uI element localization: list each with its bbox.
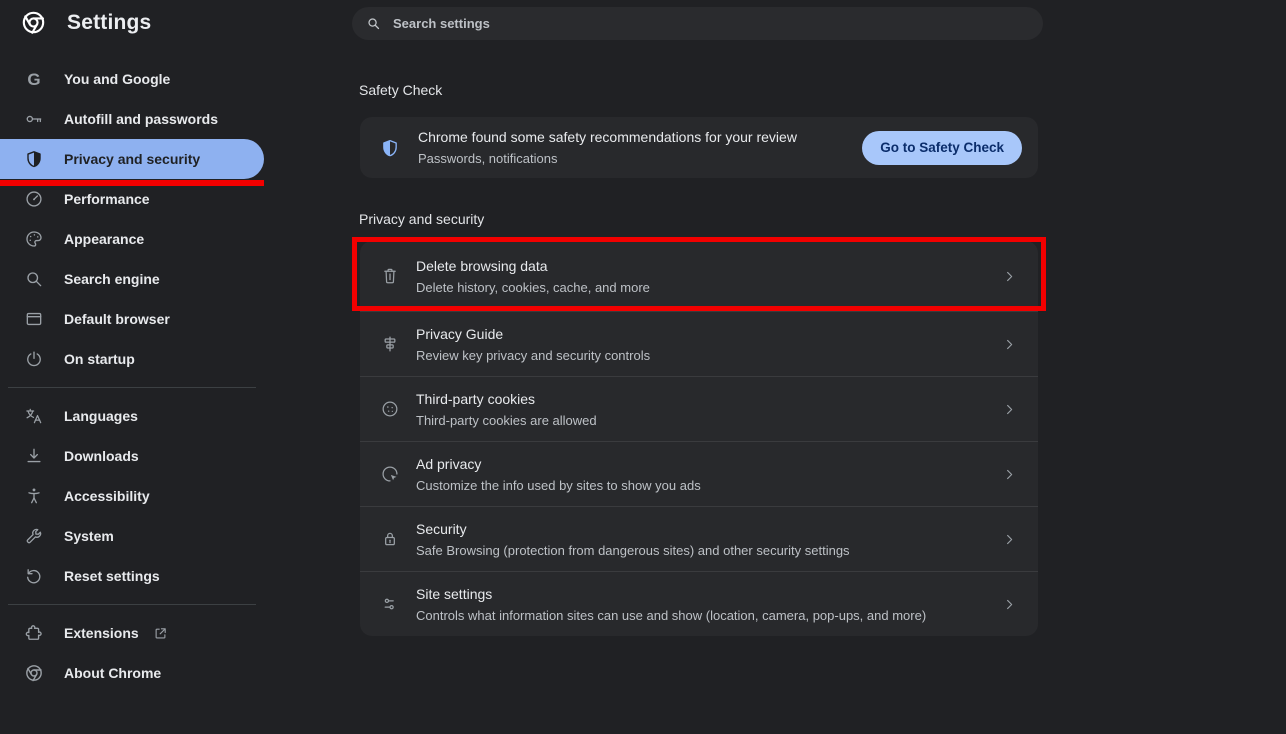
page-title: Settings <box>67 11 151 35</box>
search-settings-field[interactable] <box>352 7 1043 40</box>
row-subtitle: Controls what information sites can use … <box>416 608 926 623</box>
safety-check-heading: Safety Check <box>359 82 442 98</box>
row-subtitle: Review key privacy and security controls <box>416 348 650 363</box>
search-icon <box>366 16 381 31</box>
row-delete-browsing-data[interactable]: Delete browsing data Delete history, coo… <box>360 241 1038 311</box>
sidebar-item-system[interactable]: System <box>0 516 264 556</box>
cookie-icon <box>380 399 400 419</box>
privacy-settings-list: Delete browsing data Delete history, coo… <box>360 241 1038 636</box>
power-icon <box>24 349 44 369</box>
row-site-settings[interactable]: Site settings Controls what information … <box>360 571 1038 636</box>
restore-arrow-icon <box>24 566 44 586</box>
chevron-right-icon <box>1003 270 1016 283</box>
go-to-safety-check-button[interactable]: Go to Safety Check <box>862 131 1022 165</box>
row-subtitle: Delete history, cookies, cache, and more <box>416 280 650 295</box>
row-title: Privacy Guide <box>416 326 650 342</box>
accessibility-person-icon <box>24 486 44 506</box>
sidebar: Settings G You and Google Autofill and p… <box>0 0 264 734</box>
lock-icon <box>380 529 400 549</box>
chevron-right-icon <box>1003 533 1016 546</box>
sidebar-item-you-and-google[interactable]: G You and Google <box>0 59 264 99</box>
row-title: Security <box>416 521 850 537</box>
row-third-party-cookies[interactable]: Third-party cookies Third-party cookies … <box>360 376 1038 441</box>
row-subtitle: Customize the info used by sites to show… <box>416 478 701 493</box>
wrench-icon <box>24 526 44 546</box>
google-g-icon: G <box>24 69 44 89</box>
row-title: Third-party cookies <box>416 391 597 407</box>
sidebar-divider <box>8 604 256 605</box>
sidebar-item-search-engine[interactable]: Search engine <box>0 259 264 299</box>
sidebar-divider <box>8 387 256 388</box>
sidebar-item-about-chrome[interactable]: About Chrome <box>0 653 264 693</box>
row-title: Delete browsing data <box>416 258 650 274</box>
chrome-logo-icon <box>20 9 47 36</box>
annotation-red-underline <box>0 180 264 186</box>
chevron-right-icon <box>1003 338 1016 351</box>
sidebar-item-extensions[interactable]: Extensions <box>0 613 264 653</box>
chrome-logo-icon <box>24 663 44 683</box>
sidebar-item-downloads[interactable]: Downloads <box>0 436 264 476</box>
row-subtitle: Third-party cookies are allowed <box>416 413 597 428</box>
sidebar-item-reset-settings[interactable]: Reset settings <box>0 556 264 596</box>
search-input[interactable] <box>391 15 1039 32</box>
safety-check-texts: Chrome found some safety recommendations… <box>418 129 797 166</box>
row-privacy-guide[interactable]: Privacy Guide Review key privacy and sec… <box>360 311 1038 376</box>
safety-check-subtitle: Passwords, notifications <box>418 151 797 166</box>
row-subtitle: Safe Browsing (protection from dangerous… <box>416 543 850 558</box>
ads-click-icon <box>380 464 400 484</box>
sidebar-item-privacy-and-security[interactable]: Privacy and security <box>0 139 264 179</box>
sidebar-item-languages[interactable]: Languages <box>0 396 264 436</box>
palette-icon <box>24 229 44 249</box>
tune-sliders-icon <box>380 594 400 614</box>
puzzle-piece-icon <box>24 623 44 643</box>
guide-signpost-icon <box>380 334 400 354</box>
privacy-and-security-heading: Privacy and security <box>359 211 484 227</box>
sidebar-header: Settings <box>20 9 151 36</box>
sidebar-item-appearance[interactable]: Appearance <box>0 219 264 259</box>
sidebar-nav: G You and Google Autofill and passwords <box>0 59 264 693</box>
external-link-icon <box>153 626 168 641</box>
chrome-settings-window: Settings G You and Google Autofill and p… <box>0 0 1286 734</box>
chevron-right-icon <box>1003 403 1016 416</box>
safety-check-title: Chrome found some safety recommendations… <box>418 129 797 145</box>
translate-icon <box>24 406 44 426</box>
sidebar-item-autofill[interactable]: Autofill and passwords <box>0 99 264 139</box>
browser-window-icon <box>24 309 44 329</box>
magnifier-icon <box>24 269 44 289</box>
row-title: Site settings <box>416 586 926 602</box>
safety-check-card: Chrome found some safety recommendations… <box>360 117 1038 178</box>
row-title: Ad privacy <box>416 456 701 472</box>
chevron-right-icon <box>1003 598 1016 611</box>
shield-icon <box>24 149 44 169</box>
download-icon <box>24 446 44 466</box>
safety-shield-icon <box>380 137 400 159</box>
sidebar-item-on-startup[interactable]: On startup <box>0 339 264 379</box>
row-ad-privacy[interactable]: Ad privacy Customize the info used by si… <box>360 441 1038 506</box>
trash-icon <box>380 266 400 286</box>
key-icon <box>24 109 44 129</box>
sidebar-item-default-browser[interactable]: Default browser <box>0 299 264 339</box>
row-security[interactable]: Security Safe Browsing (protection from … <box>360 506 1038 571</box>
sidebar-item-accessibility[interactable]: Accessibility <box>0 476 264 516</box>
speedometer-icon <box>24 189 44 209</box>
chevron-right-icon <box>1003 468 1016 481</box>
